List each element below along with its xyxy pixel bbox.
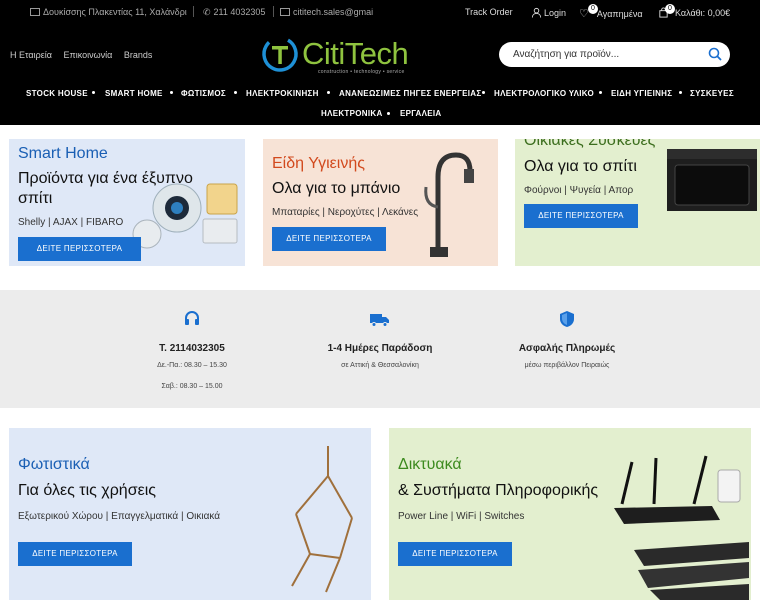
- link-company[interactable]: Η Εταιρεία: [10, 50, 52, 60]
- banner-appliances[interactable]: Οικιακές Συσκευές Ολα για το σπίτι Φούρν…: [515, 139, 760, 266]
- banner-links: Εξωτερικού Χώρου | Επαγγελματικά | Οικια…: [18, 511, 221, 522]
- address: Δουκίσσης Πλακεντίας 11, Χαλάνδρι: [30, 7, 187, 17]
- appliances-more-button[interactable]: ΔΕΙΤΕ ΠΕΡΙΣΣΟΤΕΡΑ: [524, 204, 638, 228]
- phone-icon: ✆: [203, 7, 211, 17]
- banner-title: Οικιακές Συσκευές: [524, 139, 656, 149]
- nav-appliances[interactable]: ΣΥΣΚΕΥΕΣ: [690, 89, 734, 98]
- track-order-link[interactable]: Track Order: [465, 7, 513, 17]
- divider: [193, 6, 194, 17]
- nav-separator: [234, 91, 237, 94]
- router-switch-image: [614, 455, 749, 600]
- feature-title: Τ. 2114032305: [159, 343, 225, 354]
- sanitary-more-button[interactable]: ΔΕΙΤΕ ΠΕΡΙΣΣΟΤΕΡΑ: [272, 227, 386, 251]
- link-brands[interactable]: Brands: [124, 50, 153, 60]
- user-icon: [531, 7, 542, 18]
- nav-stock-house[interactable]: STOCK HOUSE: [26, 89, 88, 98]
- main-navigation: STOCK HOUSE SMART HOME ΦΩΤΙΣΜΟΣ ΗΛΕΚΤΡΟΚ…: [0, 88, 760, 102]
- banner-subtitle: Για όλες τις χρήσεις: [18, 482, 156, 499]
- oven-image: [667, 149, 757, 211]
- feature-title: 1-4 Ημέρες Παράδοση: [327, 343, 433, 354]
- feature-hours-weekdays: Δε.-Πα.: 08.30 – 15.30: [157, 362, 227, 369]
- banner-subtitle: & Συστήματα Πληροφορικής: [398, 482, 599, 499]
- site-logo[interactable]: CitiTech construction • technology • ser…: [260, 34, 420, 78]
- email-link[interactable]: cititech.sales@gmai: [280, 7, 373, 17]
- headset-icon: [185, 311, 199, 325]
- divider: [273, 6, 274, 17]
- site-header: Δουκίσσης Πλακεντίας 11, Χαλάνδρι ✆ 211 4…: [0, 0, 760, 125]
- link-contact[interactable]: Επικοινωνία: [63, 50, 112, 60]
- nav-separator: [92, 91, 95, 94]
- feature-secure-payments: Ασφαλής Πληρωμές μέσω περιβάλλον Πειραιώ…: [492, 310, 642, 369]
- network-more-button[interactable]: ΔΕΙΤΕ ΠΕΡΙΣΣΟΤΕΡΑ: [398, 542, 512, 566]
- feature-title: Ασφαλής Πληρωμές: [518, 343, 616, 354]
- phone-link[interactable]: ✆ 211 4032305: [203, 7, 265, 18]
- nav-separator: [599, 91, 602, 94]
- top-bar: Δουκίσσης Πλακεντίας 11, Χαλάνδρι ✆ 211 4…: [0, 0, 760, 24]
- feature-support: Τ. 2114032305 Δε.-Πα.: 08.30 – 15.30 Σαβ…: [117, 310, 267, 390]
- shield-icon: [560, 311, 574, 327]
- banner-lighting[interactable]: Φωτιστικά Για όλες τις χρήσεις Εξωτερικο…: [9, 428, 371, 600]
- nav-separator: [482, 91, 485, 94]
- banner-subtitle: Ολα για το σπίτι: [524, 158, 637, 175]
- lighting-more-button[interactable]: ΔΕΙΤΕ ΠΕΡΙΣΣΟΤΕΡΑ: [18, 542, 132, 566]
- nav-separator: [170, 91, 173, 94]
- cart-count-badge: 0: [665, 4, 675, 14]
- faucet-image: [424, 152, 474, 257]
- main-navigation-row-2: ΗΛΕΚΤΡΟΝΙΚΑ ΕΡΓΑΛΕΙΑ: [0, 108, 760, 122]
- nav-separator: [327, 91, 330, 94]
- banner-subtitle: Ολα για το μπάνιο: [272, 180, 401, 197]
- nav-tools[interactable]: ΕΡΓΑΛΕΙΑ: [400, 109, 441, 118]
- wishlist-count-badge: 0: [588, 4, 598, 14]
- logo-mark-icon: [262, 36, 298, 72]
- feature-hours-saturday: Σαβ.: 08.30 – 15.00: [161, 383, 223, 390]
- logo-wordmark: CitiTech: [302, 36, 409, 71]
- building-icon: [30, 8, 40, 16]
- nav-electrical[interactable]: ΗΛΕΚΤΡΟΛΟΓΙΚΟ ΥΛΙΚΟ: [494, 89, 594, 98]
- nav-renewables[interactable]: ΑΝΑΝΕΩΣΙΜΕΣ ΠΗΓΕΣ ΕΝΕΡΓΕΙΑΣ: [339, 89, 481, 98]
- feature-subtitle: σε Αττική & Θεσσαλονίκη: [341, 362, 419, 369]
- logo-tagline: construction • technology • service: [318, 69, 405, 75]
- banner-title: Smart Home: [18, 145, 108, 162]
- banner-subtitle-line1: Προϊόντα για ένα έξυπνο: [18, 170, 193, 187]
- search-icon[interactable]: [708, 47, 722, 61]
- banner-title: Φωτιστικά: [18, 456, 90, 473]
- nav-sanitary[interactable]: ΕΙΔΗ ΥΓΙΕΙΝΗΣ: [611, 89, 672, 98]
- banner-title: Δικτυακά: [398, 456, 462, 473]
- banner-links: Power Line | WiFi | Switches: [398, 511, 525, 522]
- nav-separator: [679, 91, 682, 94]
- feature-delivery: 1-4 Ημέρες Παράδοση σε Αττική & Θεσσαλον…: [305, 310, 455, 369]
- nav-electromobility[interactable]: ΗΛΕΚΤΡΟΚΙΝΗΣΗ: [246, 89, 319, 98]
- search-box: [499, 42, 730, 67]
- mail-icon: [280, 8, 290, 16]
- search-input[interactable]: [513, 47, 693, 62]
- login-link[interactable]: Login: [531, 7, 566, 18]
- banner-subtitle-line2: σπίτι: [18, 190, 53, 207]
- nav-separator: [387, 112, 390, 115]
- banner-title: Είδη Υγιεινής: [272, 155, 365, 172]
- pendant-light-image: [291, 446, 353, 593]
- secondary-links: Η Εταιρεία Επικοινωνία Brands: [10, 50, 161, 60]
- banner-links: Μπαταρίες | Νεροχύτες | Λεκάνες: [272, 207, 419, 218]
- banner-network[interactable]: Δικτυακά & Συστήματα Πληροφορικής Power …: [389, 428, 751, 600]
- banner-links: Shelly | AJAX | FIBARO: [18, 217, 124, 228]
- feature-subtitle: μέσω περιβάλλον Πειραιώς: [524, 362, 610, 369]
- nav-electronics[interactable]: ΗΛΕΚΤΡΟΝΙΚΑ: [321, 109, 383, 118]
- banner-links: Φούρνοι | Ψυγεία | Απορ: [524, 185, 634, 196]
- nav-lighting[interactable]: ΦΩΤΙΣΜΟΣ: [181, 89, 226, 98]
- banner-smart-home[interactable]: Smart Home Προϊόντα για ένα έξυπνο σπίτι…: [9, 139, 245, 266]
- banner-sanitary[interactable]: Είδη Υγιεινής Ολα για το μπάνιο Μπαταρίε…: [263, 139, 498, 266]
- features-strip: Τ. 2114032305 Δε.-Πα.: 08.30 – 15.30 Σαβ…: [0, 290, 760, 408]
- nav-smart-home[interactable]: SMART HOME: [105, 89, 163, 98]
- smart-home-more-button[interactable]: ΔΕΙΤΕ ΠΕΡΙΣΣΟΤΕΡΑ: [18, 237, 141, 261]
- truck-icon: [370, 314, 389, 327]
